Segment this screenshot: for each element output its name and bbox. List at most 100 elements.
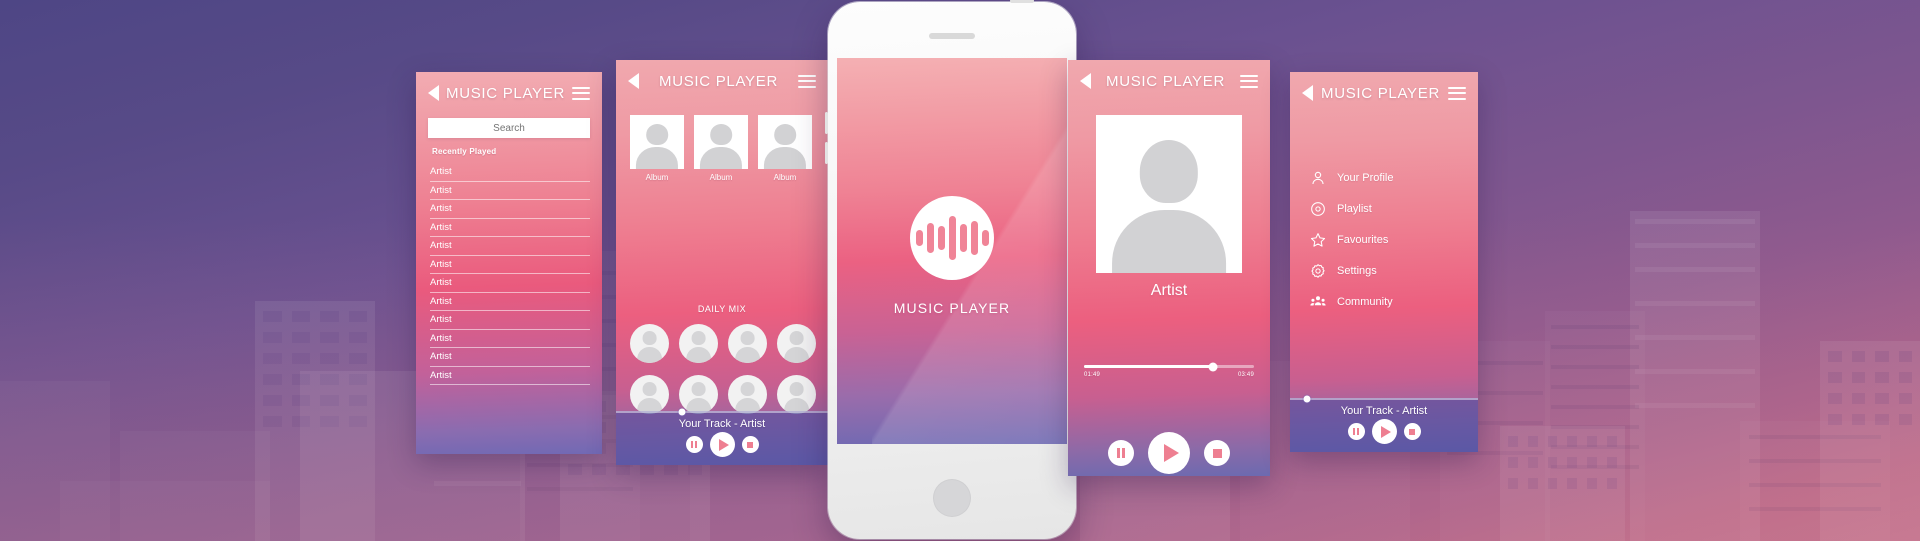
- transport-controls: [1068, 432, 1270, 474]
- mini-player: Your Track - Artist: [616, 408, 828, 465]
- list-item[interactable]: Artist: [430, 200, 590, 219]
- back-arrow-icon[interactable]: [628, 73, 639, 89]
- brand-title: MUSIC PLAYER: [893, 300, 1011, 316]
- star-icon: [1310, 232, 1326, 248]
- play-button[interactable]: [709, 432, 735, 457]
- hamburger-icon[interactable]: [1240, 71, 1258, 91]
- mini-player: Your Track - Artist: [1290, 395, 1478, 452]
- list-item[interactable]: Artist: [430, 163, 590, 182]
- artist-photo-placeholder-icon: [1096, 115, 1242, 273]
- menu-item-label: Favourites: [1337, 233, 1389, 246]
- stop-button[interactable]: [1204, 440, 1230, 466]
- transport-controls: [616, 432, 828, 465]
- list-item[interactable]: Artist: [430, 293, 590, 311]
- volume-down-button[interactable]: [825, 142, 828, 164]
- album-art-placeholder-icon: [694, 115, 748, 169]
- phone-mockup: MUSIC PLAYER: [825, 0, 1076, 539]
- search-input[interactable]: [428, 122, 590, 134]
- artist-name: Artist: [1150, 282, 1188, 299]
- phone-screen: MUSIC PLAYER: [837, 58, 1067, 444]
- artist-list: Artist Artist Artist Artist Artist Artis…: [430, 163, 590, 385]
- list-item[interactable]: Artist: [430, 237, 590, 256]
- menu-item-settings[interactable]: Settings: [1310, 255, 1466, 286]
- browse-topbar: MUSIC PLAYER: [616, 60, 828, 102]
- back-arrow-icon[interactable]: [1302, 85, 1313, 101]
- menu-item-your-profile[interactable]: Your Profile: [1310, 162, 1466, 193]
- mix-avatar-icon[interactable]: [728, 375, 767, 414]
- list-item[interactable]: Artist: [430, 311, 590, 330]
- album-card[interactable]: Album: [758, 115, 812, 182]
- splash-logo-block: MUSIC PLAYER: [837, 196, 1067, 316]
- mix-avatar-icon[interactable]: [630, 375, 669, 414]
- list-item[interactable]: Artist: [430, 219, 590, 237]
- music-waveform-icon: [910, 196, 994, 280]
- list-item[interactable]: Artist: [430, 348, 590, 367]
- list-item[interactable]: Artist: [430, 256, 590, 274]
- list-item[interactable]: Artist: [430, 274, 590, 293]
- hamburger-icon[interactable]: [1448, 83, 1466, 103]
- mix-avatar-icon[interactable]: [777, 324, 816, 363]
- stop-button[interactable]: [741, 436, 759, 453]
- pause-icon: [691, 441, 697, 448]
- list-item[interactable]: Artist: [430, 182, 590, 200]
- power-button[interactable]: [1010, 0, 1034, 3]
- back-arrow-icon[interactable]: [1080, 73, 1091, 89]
- menu-topbar: MUSIC PLAYER: [1290, 72, 1478, 114]
- play-button[interactable]: [1148, 432, 1190, 474]
- play-icon: [718, 438, 729, 451]
- album-row: Album Album Album: [616, 115, 828, 182]
- menu-item-label: Settings: [1337, 264, 1377, 277]
- page-title: MUSIC PLAYER: [446, 84, 565, 102]
- list-item[interactable]: Artist: [430, 367, 590, 385]
- screen-library: MUSIC PLAYER Recently Played Artist Arti…: [416, 72, 602, 454]
- stop-icon: [1212, 448, 1222, 458]
- list-item[interactable]: Artist: [430, 330, 590, 348]
- screen-menu: MUSIC PLAYER Your Profile Playlist Favou…: [1290, 72, 1478, 452]
- user-icon: [1310, 170, 1326, 186]
- seek-fill: [1084, 365, 1214, 368]
- gear-icon: [1310, 263, 1326, 279]
- menu-item-community[interactable]: Community: [1310, 286, 1466, 317]
- mix-avatar-icon[interactable]: [630, 324, 669, 363]
- elapsed-time: 01:49: [1084, 372, 1101, 378]
- play-icon: [1380, 425, 1391, 438]
- home-button[interactable]: [933, 479, 971, 517]
- app-mockup-stage: MUSIC PLAYER Recently Played Artist Arti…: [0, 0, 1920, 541]
- seek-bar[interactable]: 01:49 03:49: [1084, 362, 1254, 378]
- play-button[interactable]: [1371, 419, 1397, 444]
- now-playing-topbar: MUSIC PLAYER: [1068, 60, 1270, 102]
- seek-knob[interactable]: [678, 408, 686, 416]
- album-art-placeholder-icon: [630, 115, 684, 169]
- mix-avatar-icon[interactable]: [777, 375, 816, 414]
- section-label-recently-played: Recently Played: [432, 147, 497, 156]
- album-card[interactable]: Album: [630, 115, 684, 182]
- pause-button[interactable]: [685, 436, 703, 453]
- pause-button[interactable]: [1347, 423, 1365, 440]
- section-label-daily-mix: DAILY MIX: [697, 304, 747, 314]
- seek-knob[interactable]: [1208, 362, 1218, 371]
- seek-knob[interactable]: [1303, 395, 1311, 403]
- hamburger-icon[interactable]: [572, 83, 590, 103]
- hamburger-icon[interactable]: [798, 71, 816, 91]
- disc-icon: [1310, 201, 1326, 217]
- transport-controls: [1290, 419, 1478, 452]
- page-title: MUSIC PLAYER: [1106, 72, 1225, 90]
- search-box[interactable]: [428, 118, 590, 138]
- pause-button[interactable]: [1108, 440, 1134, 466]
- mix-avatar-icon[interactable]: [679, 375, 718, 414]
- stop-button[interactable]: [1403, 423, 1421, 440]
- album-card[interactable]: Album: [694, 115, 748, 182]
- track-title: Your Track - Artist: [678, 418, 766, 430]
- mix-avatar-icon[interactable]: [679, 324, 718, 363]
- back-arrow-icon[interactable]: [428, 85, 439, 101]
- album-caption: Album: [645, 173, 669, 182]
- stop-icon: [1409, 428, 1415, 435]
- mix-avatar-icon[interactable]: [728, 324, 767, 363]
- menu-item-playlist[interactable]: Playlist: [1310, 193, 1466, 224]
- screen-now-playing: MUSIC PLAYER Artist 01:49 03:49: [1068, 60, 1270, 476]
- menu-item-favourites[interactable]: Favourites: [1310, 224, 1466, 255]
- volume-up-button[interactable]: [825, 112, 828, 134]
- daily-mix-grid: [630, 324, 818, 414]
- seek-bar[interactable]: [1290, 395, 1478, 403]
- seek-bar[interactable]: [616, 408, 828, 416]
